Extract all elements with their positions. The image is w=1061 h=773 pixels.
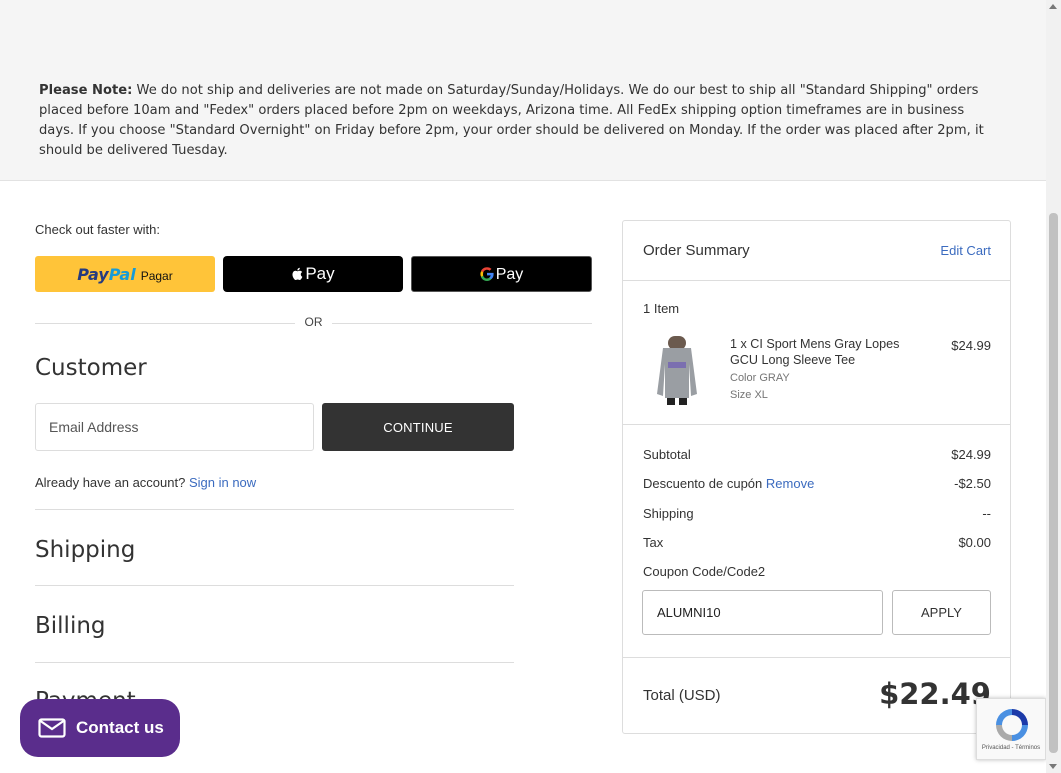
or-divider: OR xyxy=(35,315,592,331)
summary-divider xyxy=(623,657,1010,658)
apply-coupon-button[interactable]: APPLY xyxy=(892,590,991,635)
apple-pay-button[interactable]: Pay xyxy=(223,256,403,292)
scroll-down-arrow-icon[interactable] xyxy=(1049,764,1057,769)
sign-in-link[interactable]: Sign in now xyxy=(189,475,256,490)
recaptcha-icon xyxy=(996,709,1028,741)
remove-coupon-link[interactable]: Remove xyxy=(766,476,814,491)
order-summary-panel: Order Summary Edit Cart 1 Item 1 x CI Sp… xyxy=(622,220,1011,734)
shipping-value: -- xyxy=(982,506,991,521)
express-checkout-label: Check out faster with: xyxy=(35,222,160,237)
billing-section-title[interactable]: Billing xyxy=(35,613,106,639)
order-summary-title: Order Summary xyxy=(643,242,750,259)
customer-section-title: Customer xyxy=(35,355,147,381)
section-divider xyxy=(35,509,514,510)
edit-cart-link[interactable]: Edit Cart xyxy=(940,243,991,258)
paypal-button[interactable]: PayPal Pagar xyxy=(35,256,215,292)
section-divider xyxy=(35,585,514,586)
discount-label-text: Descuento de cupón xyxy=(643,476,763,491)
apple-icon xyxy=(292,267,303,281)
or-label: OR xyxy=(304,315,323,329)
coupon-code-input[interactable] xyxy=(642,590,883,635)
scroll-up-arrow-icon[interactable] xyxy=(1049,4,1057,9)
product-color: Color GRAY xyxy=(730,372,790,384)
section-divider xyxy=(35,662,514,663)
item-count: 1 Item xyxy=(643,301,680,316)
recaptcha-badge[interactable]: Privacidad - Términos xyxy=(976,698,1046,760)
product-thumbnail xyxy=(657,336,697,405)
product-size: Size XL xyxy=(730,389,768,401)
summary-divider xyxy=(623,424,1010,425)
discount-value: -$2.50 xyxy=(954,476,991,491)
subtotal-value: $24.99 xyxy=(951,447,991,462)
recaptcha-terms[interactable]: Privacidad - Términos xyxy=(977,745,1045,751)
order-summary-header: Order Summary Edit Cart xyxy=(623,221,1010,281)
total-value: $22.49 xyxy=(879,677,991,711)
divider-line xyxy=(332,323,592,324)
shipping-notice-banner: Please Note: We do not ship and deliveri… xyxy=(0,0,1046,181)
contact-us-label: Contact us xyxy=(76,718,164,737)
contact-us-button[interactable]: Contact us xyxy=(20,699,180,757)
paypal-logo: PayPal xyxy=(77,264,136,284)
account-prompt-text: Already have an account? xyxy=(35,475,186,490)
coupon-code-link[interactable]: Coupon Code/Code2 xyxy=(643,564,765,579)
shipping-label: Shipping xyxy=(643,506,694,521)
notice-label: Please Note: xyxy=(39,83,133,98)
total-label: Total (USD) xyxy=(643,687,721,704)
continue-button[interactable]: CONTINUE xyxy=(322,403,514,451)
email-field[interactable] xyxy=(35,403,314,451)
notice-body: We do not ship and deliveries are not ma… xyxy=(39,83,984,158)
google-pay-label: Pay xyxy=(495,266,524,283)
apple-pay-label: Pay xyxy=(305,264,335,283)
tax-value: $0.00 xyxy=(958,535,991,550)
account-prompt: Already have an account? Sign in now xyxy=(35,475,256,490)
shipping-notice-text: Please Note: We do not ship and deliveri… xyxy=(39,81,999,161)
page-scrollbar[interactable] xyxy=(1046,0,1061,773)
tax-label: Tax xyxy=(643,535,664,550)
product-price: $24.99 xyxy=(951,338,991,353)
subtotal-label: Subtotal xyxy=(643,447,691,462)
google-pay-button[interactable]: Pay xyxy=(411,256,592,292)
scrollbar-thumb[interactable] xyxy=(1049,213,1058,753)
google-g-icon xyxy=(480,267,494,281)
mail-icon xyxy=(38,718,66,738)
paypal-button-label: Pagar xyxy=(140,268,173,283)
product-name: 1 x CI Sport Mens Gray Lopes GCU Long Sl… xyxy=(730,337,900,367)
shipping-section-title[interactable]: Shipping xyxy=(35,537,135,563)
discount-label: Descuento de cupón Remove xyxy=(643,476,814,491)
